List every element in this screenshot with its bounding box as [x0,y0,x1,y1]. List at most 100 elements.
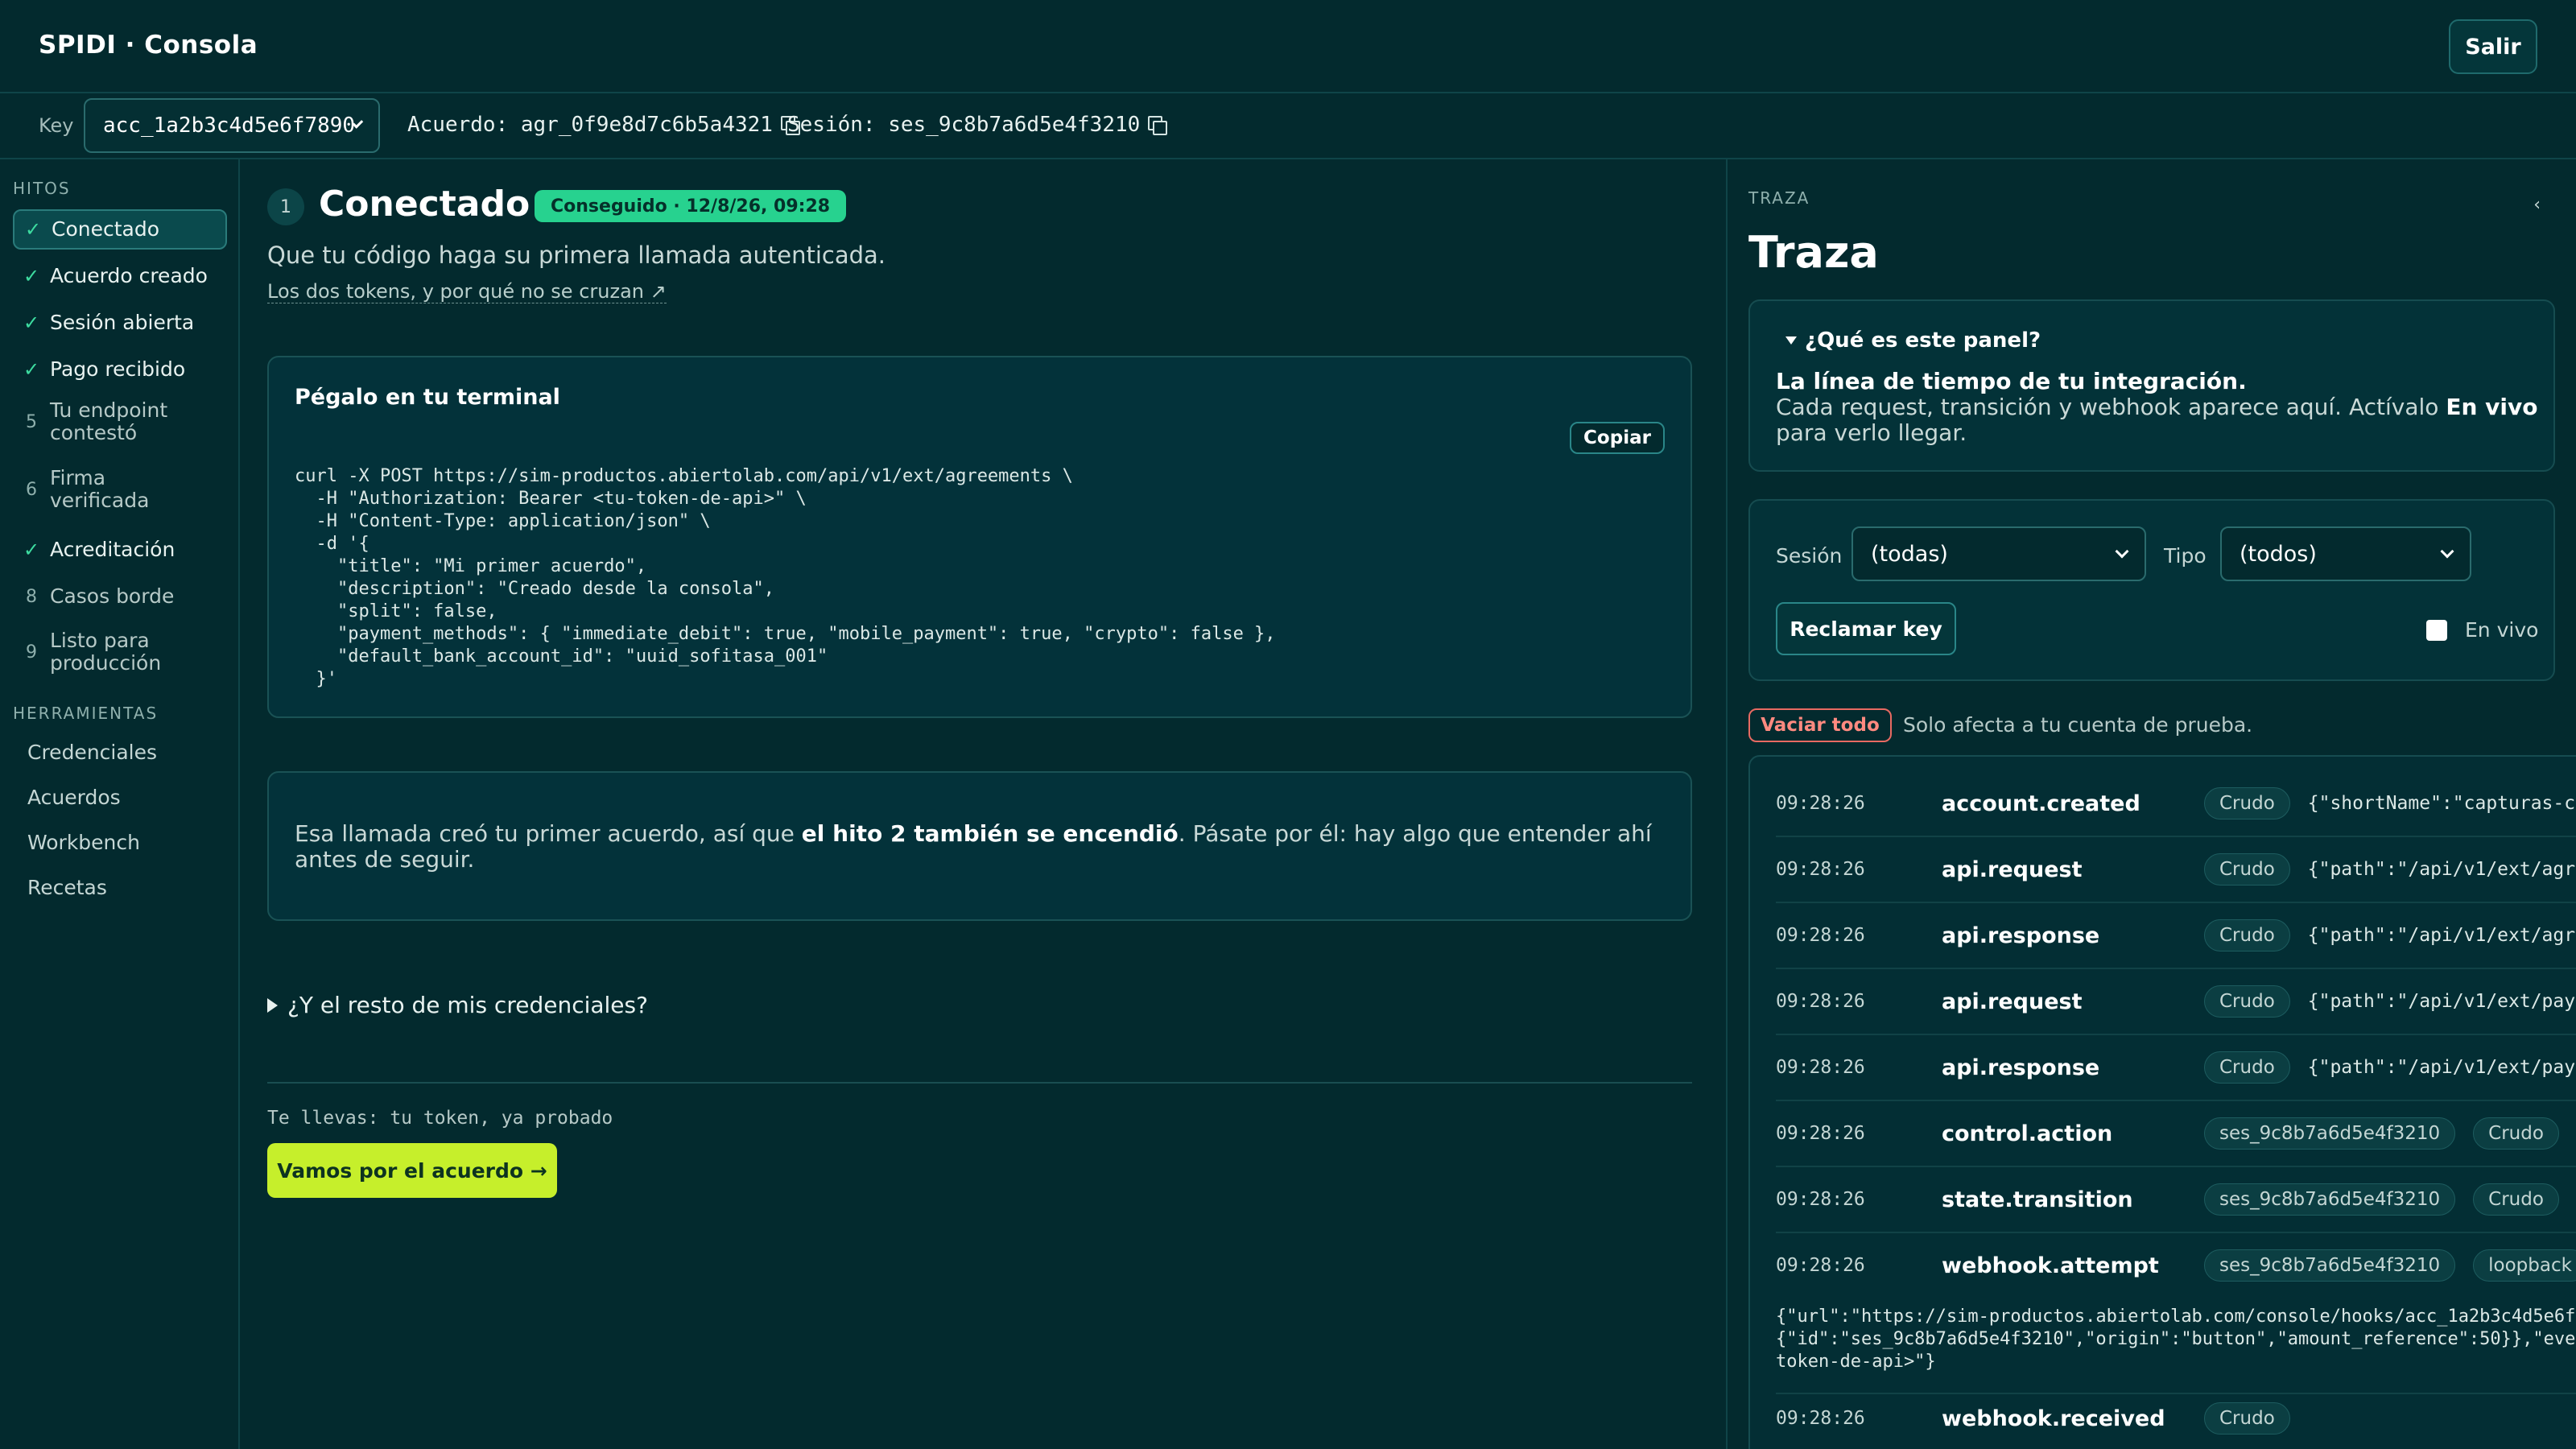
event-name: state.transition [1942,1187,2133,1212]
sidebar-item-workbench[interactable]: Workbench [27,831,140,854]
step-number: 5 [26,411,37,432]
sidebar-item-conectado[interactable]: ✓ Conectado [13,209,227,250]
raw-chip[interactable]: Crudo [2204,985,2290,1018]
tokens-link[interactable]: Los dos tokens, y por qué no se cruzan ↗ [267,280,667,303]
info-note-bold: el hito 2 también se encendió [801,820,1179,847]
event-time: 09:28:26 [1776,1123,1865,1144]
sidebar-item-label: Listo para producción [50,629,162,675]
session-filter-value: (todas) [1871,541,1948,567]
raw-chip[interactable]: Crudo [2204,787,2290,819]
help-question: ¿Qué es este panel? [1805,328,2041,353]
event-name: api.response [1942,1055,2100,1080]
event-name: api.response [1942,923,2100,948]
sidebar-item-endpoint[interactable]: 5 Tu endpoint contestó [13,394,227,449]
table-row[interactable]: 09:28:26 api.response Crudo {"path":"/api… [1776,903,2576,969]
type-filter-value: (todos) [2240,541,2317,567]
session-filter-label: Sesión [1776,544,1843,568]
table-row[interactable]: 09:28:26 control.action ses_9c8b7a6d5e4f… [1776,1101,2576,1167]
credentials-disclosure-label: ¿Y el resto de mis credenciales? [287,992,648,1018]
carry-text: Te llevas: tu token, ya probado [267,1108,613,1129]
raw-chip[interactable]: Crudo [2204,1051,2290,1084]
sidebar-item-credenciales[interactable]: Credenciales [27,741,157,764]
step-number: 9 [26,642,37,663]
check-icon: ✓ [23,539,40,561]
type-filter-label: Tipo [2164,544,2207,568]
table-row[interactable]: 09:28:26 api.response Crudo {"path":"/api… [1776,1035,2576,1101]
type-filter-select[interactable]: (todos) [2220,526,2471,581]
sidebar: HITOS ✓ Conectado ✓ Acuerdo creado ✓ Ses… [0,159,240,1449]
table-row[interactable]: 09:28:26 state.transition ses_9c8b7a6d5e… [1776,1167,2576,1233]
chevron-down-icon [2440,544,2454,559]
event-time: 09:28:26 [1776,793,1865,814]
logout-button[interactable]: Salir [2449,19,2537,74]
table-row[interactable]: 09:28:26 account.created Crudo {"shortNam… [1776,771,2576,837]
collapse-icon[interactable]: ‹ [2533,195,2541,215]
session-id-text: Sesión: ses_9c8b7a6d5e4f3210 [787,113,1141,137]
event-payload: {"path":"/api/v1/ext/agre [2307,925,2576,946]
check-icon: ✓ [23,312,40,334]
clear-note: Solo afecta a tu cuenta de prueba. [1903,713,2253,737]
trace-panel: TRAZA ‹ Traza ¿Qué es este panel? La lín… [1726,159,2576,1449]
sidebar-item-label: Firma verificada [50,466,150,512]
event-time: 09:28:26 [1776,1057,1865,1078]
help-text-end: para verlo llegar. [1776,419,1967,446]
sidebar-item-sesion-abierta[interactable]: ✓ Sesión abierta [13,303,227,343]
claim-key-button[interactable]: Reclamar key [1776,602,1956,655]
table-row[interactable]: 09:28:26 webhook.received Crudo [1776,1386,2576,1449]
sidebar-item-label: Acreditación [50,538,175,561]
loopback-chip[interactable]: loopback [2473,1249,2576,1282]
sidebar-item-acuerdos[interactable]: Acuerdos [27,786,121,809]
copy-session-icon[interactable] [1148,116,1168,135]
sidebar-item-casos-borde[interactable]: 8 Casos borde [13,576,227,617]
event-payload: {"path":"/api/v1/ext/payme [2307,991,2576,1012]
session-chip[interactable]: ses_9c8b7a6d5e4f3210 [2204,1117,2456,1150]
event-time: 09:28:26 [1776,859,1865,880]
event-name: webhook.attempt [1942,1253,2159,1278]
event-name: webhook.received [1942,1406,2165,1431]
raw-chip[interactable]: Crudo [2473,1183,2559,1216]
raw-chip[interactable]: Crudo [2204,853,2290,886]
help-panel: ¿Qué es este panel? La línea de tiempo d… [1748,299,2555,472]
table-row[interactable]: 09:28:26 api.request Crudo {"path":"/api/… [1776,837,2576,903]
sidebar-item-label: Conectado [52,217,160,241]
sidebar-item-produccion[interactable]: 9 Listo para producción [13,625,227,679]
webhook-payload: {"url":"https://sim-productos.abiertolab… [1776,1307,2576,1372]
help-disclosure[interactable]: ¿Qué es este panel? [1785,328,2041,353]
sidebar-item-acreditacion[interactable]: ✓ Acreditación [13,530,227,570]
sidebar-item-firma[interactable]: 6 Firma verificada [13,462,227,517]
event-payload: {"shortName":"capturas-cap [2307,793,2576,814]
sidebar-item-acuerdo-creado[interactable]: ✓ Acuerdo creado [13,256,227,296]
chevron-down-icon [2115,544,2129,559]
key-label: Key [39,114,74,137]
step-number: 6 [26,479,37,500]
sidebar-item-pago-recibido[interactable]: ✓ Pago recibido [13,349,227,390]
event-time: 09:28:26 [1776,1255,1865,1276]
session-chip[interactable]: ses_9c8b7a6d5e4f3210 [2204,1183,2456,1216]
main-content: 1 Conectado Conseguido · 12/8/26, 09:28 … [242,159,1726,1449]
session-filter-select[interactable]: (todas) [1852,526,2146,581]
clear-all-button[interactable]: Vaciar todo [1748,708,1892,742]
raw-chip[interactable]: Crudo [2473,1117,2559,1150]
sidebar-item-recetas[interactable]: Recetas [27,876,107,899]
session-chip[interactable]: ses_9c8b7a6d5e4f3210 [2204,1249,2456,1282]
sidebar-item-label: Tu endpoint contestó [50,398,168,444]
table-row[interactable]: 09:28:26 api.request Crudo {"path":"/api/… [1776,969,2576,1035]
copy-button[interactable]: Copiar [1570,422,1665,454]
sidebar-item-label: Casos borde [50,584,175,608]
key-select[interactable]: acc_1a2b3c4d5e6f7890 [84,98,380,153]
info-card: Esa llamada creó tu primer acuerdo, así … [267,771,1692,921]
help-live-bold: En vivo [2446,394,2538,420]
raw-chip[interactable]: Crudo [2204,919,2290,952]
event-time: 09:28:26 [1776,1408,1865,1429]
credentials-disclosure[interactable]: ¿Y el resto de mis credenciales? [267,992,648,1018]
help-text: Cada request, transición y webhook apare… [1776,394,2446,420]
help-bold: La línea de tiempo de tu integración. [1776,368,2247,394]
raw-chip[interactable]: Crudo [2204,1402,2290,1435]
check-icon: ✓ [23,358,40,381]
disclosure-triangle-icon [1785,336,1797,345]
disclosure-triangle-icon [267,997,278,1013]
live-checkbox[interactable] [2426,620,2447,641]
event-name: control.action [1942,1121,2113,1146]
event-time: 09:28:26 [1776,1189,1865,1210]
next-step-button[interactable]: Vamos por el acuerdo → [267,1143,557,1198]
